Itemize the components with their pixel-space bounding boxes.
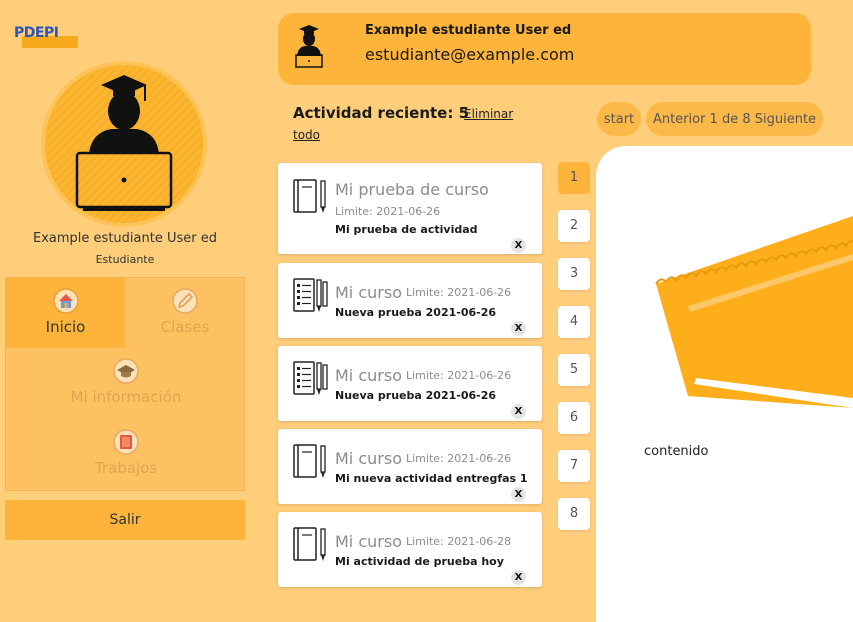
sidebar-item-trabajos[interactable]: Trabajos bbox=[6, 429, 246, 477]
sidebar-item-label: Mi información bbox=[70, 388, 182, 406]
activity-card[interactable]: Mi curso Limite: 2021-06-26 Nueva prueba… bbox=[278, 263, 542, 338]
home-icon bbox=[52, 288, 79, 314]
logout-button[interactable]: Salir bbox=[5, 500, 245, 540]
start-button[interactable]: start bbox=[597, 102, 641, 136]
remove-activity-button[interactable]: X bbox=[511, 404, 526, 419]
checklist-icon bbox=[293, 361, 328, 395]
delete-all-link[interactable]: Eliminar bbox=[464, 107, 513, 121]
book-icon bbox=[113, 429, 139, 455]
activity-card[interactable]: Mi curso Limite: 2021-06-28 Mi actividad… bbox=[278, 512, 542, 587]
notebook-icon bbox=[293, 444, 326, 478]
notebook-icon bbox=[293, 179, 326, 213]
activity-card[interactable]: Mi curso Limite: 2021-06-26 Nueva prueba… bbox=[278, 346, 542, 421]
checklist-icon bbox=[293, 278, 328, 312]
pdepi-logo[interactable]: PDEPI bbox=[12, 22, 78, 50]
student-avatar-icon bbox=[295, 25, 323, 68]
due-date: Limite: 2021-06-26 bbox=[406, 452, 512, 465]
remove-activity-button[interactable]: X bbox=[511, 487, 526, 502]
course-name: Mi prueba de curso bbox=[335, 180, 489, 199]
delete-all-link-continued[interactable]: todo bbox=[293, 128, 320, 142]
page-5-button[interactable]: 5 bbox=[558, 354, 590, 386]
sidebar-item-label: Trabajos bbox=[94, 459, 158, 477]
page-2-button[interactable]: 2 bbox=[558, 210, 590, 242]
remove-activity-button[interactable]: X bbox=[511, 238, 526, 253]
activity-name: Nueva prueba 2021-06-26 bbox=[335, 306, 496, 319]
user-name: Example estudiante User ed bbox=[365, 23, 572, 38]
remove-activity-button[interactable]: X bbox=[511, 570, 526, 585]
page-6-button[interactable]: 6 bbox=[558, 402, 590, 434]
sidebar-item-mi-informacion[interactable]: Mi información bbox=[6, 358, 246, 406]
graduation-cap-icon bbox=[113, 358, 139, 384]
page-4-button[interactable]: 4 bbox=[558, 306, 590, 338]
due-date: Limite: 2021-06-26 bbox=[335, 205, 441, 218]
logo-text: PDEPI bbox=[14, 25, 59, 41]
profile-role: Estudiante bbox=[95, 253, 155, 266]
due-date: Limite: 2021-06-26 bbox=[406, 369, 512, 382]
avatar bbox=[41, 61, 207, 227]
sidebar-item-inicio[interactable]: Inicio bbox=[6, 288, 125, 336]
activity-name: Mi prueba de actividad bbox=[335, 223, 478, 236]
page-3-button[interactable]: 3 bbox=[558, 258, 590, 290]
book-illustration bbox=[655, 216, 853, 408]
sidebar-item-label: Clases bbox=[160, 318, 210, 336]
activity-card[interactable]: Mi prueba de curso Limite: 2021-06-26 Mi… bbox=[278, 163, 542, 254]
course-name: Mi curso bbox=[335, 366, 402, 385]
activity-name: Mi actividad de prueba hoy bbox=[335, 555, 504, 568]
user-email: estudiante@example.com bbox=[365, 45, 575, 64]
profile-name: Example estudiante User ed bbox=[33, 231, 217, 246]
user-header-card: Example estudiante User ed estudiante@ex… bbox=[278, 13, 811, 85]
activity-name: Nueva prueba 2021-06-26 bbox=[335, 389, 496, 402]
remove-activity-button[interactable]: X bbox=[511, 321, 526, 336]
page-7-button[interactable]: 7 bbox=[558, 450, 590, 482]
pencil-icon bbox=[172, 288, 198, 314]
page-1-button[interactable]: 1 bbox=[558, 162, 590, 194]
student-laptop-icon bbox=[75, 75, 173, 211]
sidebar-item-clases[interactable]: Clases bbox=[125, 288, 245, 336]
activity-card[interactable]: Mi curso Limite: 2021-06-26 Mi nueva act… bbox=[278, 429, 542, 504]
content-label: contenido bbox=[644, 444, 709, 459]
notebook-icon bbox=[293, 527, 326, 561]
course-name: Mi curso bbox=[335, 449, 402, 468]
course-name: Mi curso bbox=[335, 283, 402, 302]
sidebar-menu: Inicio Clases Mi información Trabajos bbox=[5, 277, 245, 491]
due-date: Limite: 2021-06-28 bbox=[406, 535, 512, 548]
sidebar-item-label: Inicio bbox=[45, 318, 86, 336]
due-date: Limite: 2021-06-26 bbox=[406, 286, 512, 299]
course-name: Mi curso bbox=[335, 532, 402, 551]
content-panel: contenido bbox=[596, 146, 853, 622]
page-8-button[interactable]: 8 bbox=[558, 498, 590, 530]
pagination-nav-button[interactable]: Anterior 1 de 8 Siguiente bbox=[646, 102, 823, 136]
recent-activity-title: Actividad reciente: 5 bbox=[293, 104, 470, 122]
activity-name: Mi nueva actividad entregfas 1 bbox=[335, 472, 528, 485]
